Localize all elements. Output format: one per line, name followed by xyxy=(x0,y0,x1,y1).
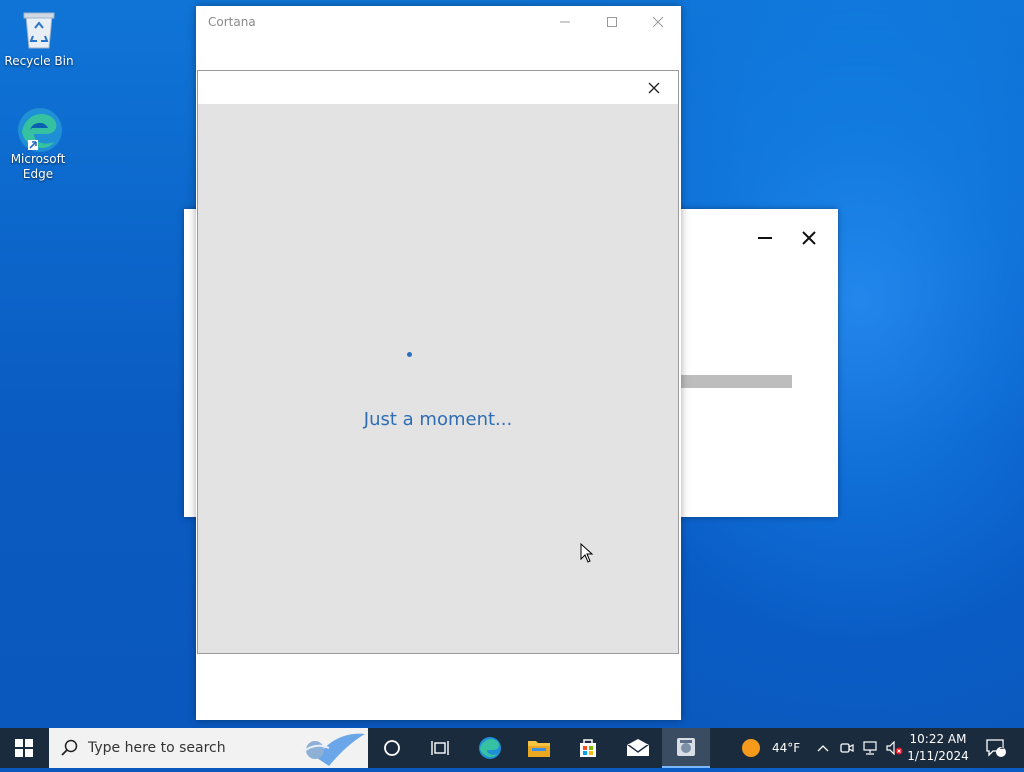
start-button[interactable] xyxy=(0,728,48,768)
desktop-icon-recycle-bin[interactable]: Recycle Bin xyxy=(3,8,75,69)
close-icon xyxy=(652,16,664,28)
minimize-button[interactable] xyxy=(542,6,588,38)
close-icon xyxy=(802,231,816,245)
loading-spinner-icon xyxy=(407,352,412,357)
edge-icon[interactable] xyxy=(466,728,514,768)
search-box[interactable]: Type here to search xyxy=(49,728,368,768)
network-icon[interactable] xyxy=(860,728,882,768)
search-placeholder: Type here to search xyxy=(88,740,226,756)
recycle-bin-icon xyxy=(17,8,61,52)
notification-center-button[interactable]: 1 xyxy=(976,728,1016,768)
mail-icon[interactable] xyxy=(614,728,662,768)
cortana-circle-icon[interactable] xyxy=(368,728,416,768)
clock-time: 10:22 AM xyxy=(909,732,967,746)
task-view-icon[interactable] xyxy=(416,728,464,768)
mouse-cursor-icon xyxy=(580,542,594,567)
store-icon[interactable] xyxy=(564,728,612,768)
clock-date: 1/11/2024 xyxy=(907,749,969,763)
maximize-icon xyxy=(607,17,617,27)
window-title: Cortana xyxy=(208,15,256,29)
close-button[interactable] xyxy=(635,6,681,38)
search-highlight-icon xyxy=(299,728,368,768)
system-clock[interactable]: 10:22 AM 1/11/2024 xyxy=(906,731,970,765)
notification-count: 1 xyxy=(999,742,1005,752)
file-explorer-icon[interactable] xyxy=(515,728,563,768)
windows-logo-icon xyxy=(15,739,33,757)
minimize-button[interactable] xyxy=(758,237,772,239)
edge-icon xyxy=(16,106,62,152)
maximize-button[interactable] xyxy=(589,6,635,38)
speaker-muted-icon[interactable] xyxy=(884,728,906,768)
desktop-icon-label: Recycle Bin xyxy=(4,54,74,68)
taskbar: Type here to search 44°F 10:22 AM 1/11/2… xyxy=(0,728,1024,768)
minimize-icon xyxy=(560,21,570,23)
desktop-icon-label: Microsoft Edge xyxy=(10,152,66,181)
dialog-header xyxy=(198,71,678,104)
close-button[interactable] xyxy=(799,228,819,248)
chevron-up-icon[interactable] xyxy=(812,728,834,768)
loading-message: Just a moment... xyxy=(363,409,513,430)
loading-dialog: Just a moment... xyxy=(197,70,679,654)
desktop-icon-edge[interactable]: Microsoft Edge xyxy=(2,106,74,182)
sun-icon[interactable] xyxy=(728,728,774,768)
progress-bar xyxy=(678,375,792,388)
meet-now-icon[interactable] xyxy=(836,728,858,768)
weather-temperature[interactable]: 44°F xyxy=(772,741,800,755)
active-app-icon[interactable] xyxy=(662,728,710,768)
dialog-close-button[interactable] xyxy=(640,76,668,100)
search-icon xyxy=(61,739,79,761)
close-icon xyxy=(648,82,660,94)
